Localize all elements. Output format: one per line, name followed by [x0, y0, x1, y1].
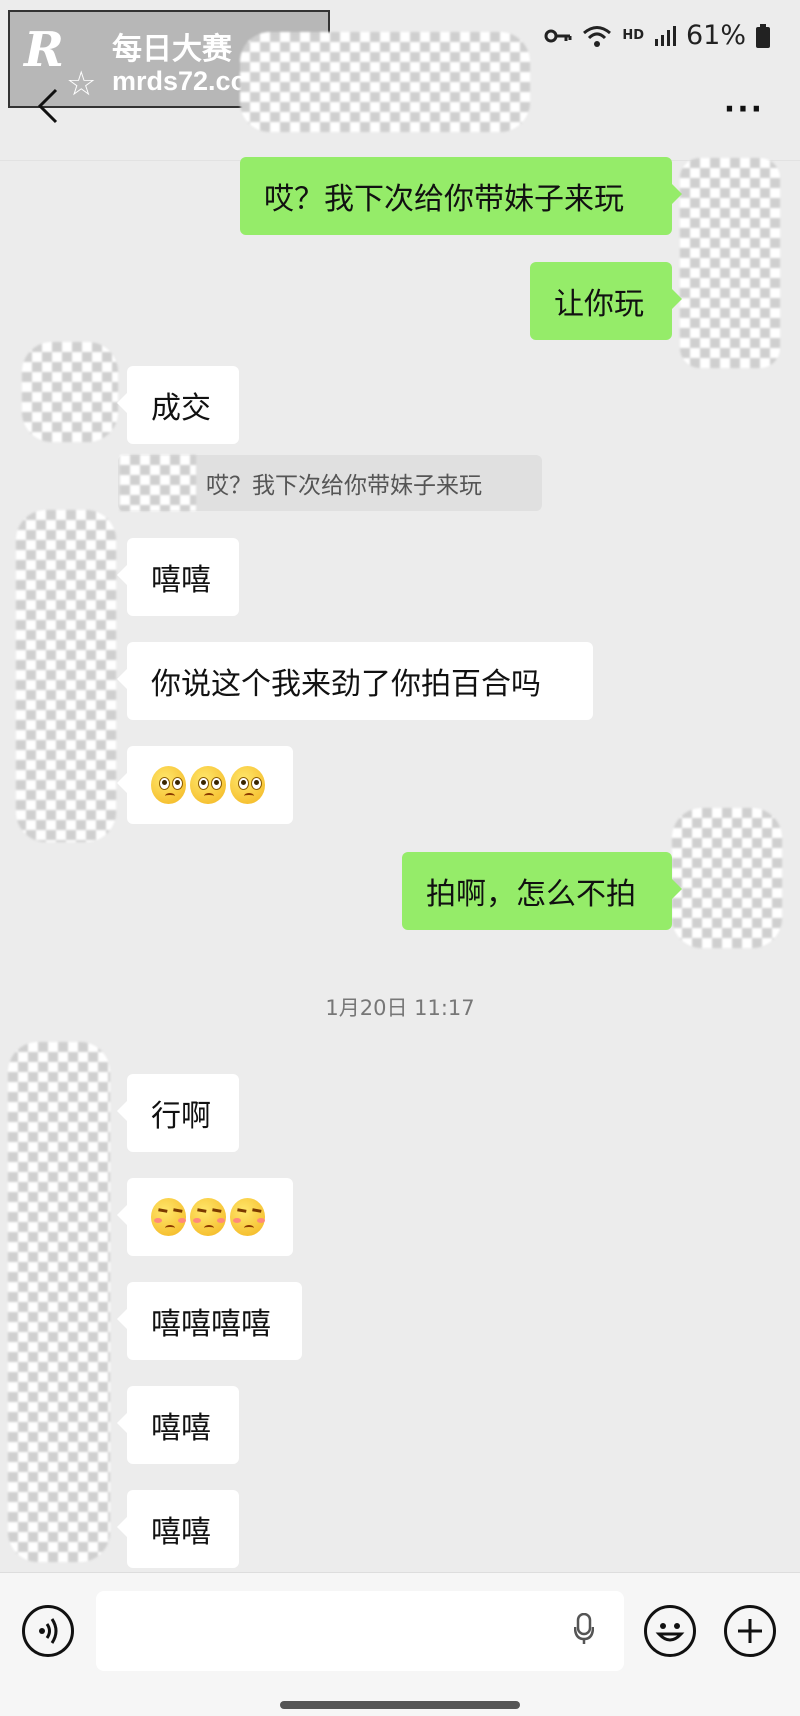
message-bubble-incoming[interactable]: 嘻嘻 — [117, 538, 239, 616]
plus-icon[interactable] — [724, 1605, 776, 1657]
message-text: 让你玩 — [554, 287, 644, 322]
message-text: 你说这个我来劲了你拍百合吗 — [151, 667, 541, 702]
message-text: 嘻嘻 — [151, 563, 211, 598]
message-bubble-incoming[interactable]: 成交 — [117, 366, 239, 444]
message-text: 嘻嘻 — [151, 1515, 211, 1550]
message-text: 嘻嘻 — [151, 1411, 211, 1446]
battery-icon — [756, 23, 770, 48]
flushed-face-emoji — [229, 766, 265, 804]
contact-avatar[interactable] — [8, 1042, 110, 1562]
message-bubble-incoming[interactable]: 行啊 — [117, 1074, 239, 1152]
back-arrow-icon[interactable] — [30, 86, 70, 126]
message-input[interactable] — [96, 1591, 624, 1671]
flushed-face-emoji — [190, 766, 226, 804]
message-timestamp: 1月20日 11:17 — [325, 996, 475, 1020]
quote-sender-redacted — [120, 455, 196, 511]
message-bubble-incoming[interactable] — [117, 1178, 293, 1256]
signal-icon — [654, 25, 676, 46]
message-text: 拍啊，怎么不拍 — [426, 877, 636, 912]
smirk-face-emoji — [190, 1198, 226, 1236]
message-bubble-incoming[interactable]: 嘻嘻 — [117, 1490, 239, 1568]
message-bubble-incoming[interactable]: 嘻嘻 — [117, 1386, 239, 1464]
message-bubble-outgoing[interactable]: 拍啊，怎么不拍 — [402, 852, 682, 930]
message-text: 成交 — [151, 391, 211, 426]
contact-avatar[interactable] — [16, 510, 116, 842]
message-text: 嘻嘻嘻嘻 — [151, 1307, 271, 1342]
watermark-logo: R — [24, 22, 64, 78]
message-bubble-incoming[interactable]: 嘻嘻嘻嘻 — [117, 1282, 302, 1360]
self-avatar[interactable] — [672, 808, 782, 948]
message-bubble-outgoing[interactable]: 让你玩 — [530, 262, 682, 340]
quoted-message[interactable]: 哎？我下次给你带妹子来玩 — [118, 455, 542, 511]
voice-icon[interactable] — [22, 1605, 74, 1657]
watermark-name: 每日大赛 — [112, 32, 232, 67]
wifi-icon — [583, 25, 612, 47]
emoji-icon[interactable] — [644, 1605, 696, 1657]
smirk-face-emoji — [229, 1198, 265, 1236]
network-label: HD — [622, 28, 644, 43]
smirk-face-emoji — [151, 1198, 187, 1236]
message-text: 哎？我下次给你带妹子来玩 — [264, 182, 624, 217]
battery-percent: 61% — [685, 20, 746, 51]
home-indicator[interactable] — [280, 1701, 520, 1709]
status-icons: HD 61% — [544, 20, 770, 51]
input-bar — [0, 1572, 800, 1716]
quote-text: 哎？我下次给你带妹子来玩 — [206, 473, 482, 499]
message-bubble-incoming[interactable]: 你说这个我来劲了你拍百合吗 — [117, 642, 593, 720]
self-avatar[interactable] — [680, 158, 780, 368]
message-bubble-outgoing[interactable]: 哎？我下次给你带妹子来玩 — [240, 157, 682, 235]
more-options-button[interactable]: ··· — [724, 92, 764, 127]
contact-name-redacted — [240, 32, 530, 132]
chat-header: ··· — [0, 32, 800, 161]
mic-icon[interactable] — [574, 1613, 594, 1645]
contact-avatar[interactable] — [22, 342, 118, 442]
key-icon — [544, 29, 572, 42]
message-bubble-incoming[interactable] — [117, 746, 293, 824]
flushed-face-emoji — [151, 766, 187, 804]
message-text: 行啊 — [151, 1099, 211, 1134]
